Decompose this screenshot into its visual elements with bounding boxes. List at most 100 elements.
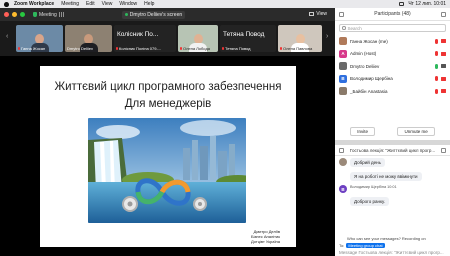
presentation-slide: Життєвий цикл програмного забезпечення Д… [40, 66, 296, 247]
avatar [339, 87, 347, 96]
avatar [339, 37, 347, 46]
close-window-button[interactable] [4, 12, 9, 17]
video-tile[interactable]: Колісник По... Колісник Поліна 079-... [114, 25, 176, 52]
menu-app-name[interactable]: Zoom Workplace [14, 1, 54, 7]
invite-button[interactable]: Invite [350, 127, 375, 136]
mic-muted-icon [435, 38, 438, 44]
video-tile[interactable]: Ганна Жосан [16, 25, 63, 52]
camera-off-icon [441, 76, 446, 81]
sharing-dot-icon [124, 13, 128, 16]
strip-scroll-right-icon[interactable]: › [326, 33, 328, 40]
menu-edit[interactable]: Edit [86, 1, 95, 7]
participant-row[interactable]: Dmytro Deliiev [335, 60, 450, 73]
slide-author-block: Дмитро Деліїв Бізнес Аналітик Дотцівт Ук… [251, 229, 280, 244]
apple-icon[interactable] [4, 1, 9, 7]
participant-row[interactable]: В Володимир Щербіна [335, 73, 450, 86]
recipient-chip[interactable]: Meeting group chat [346, 243, 385, 248]
tile-big-name: Колісник По... [117, 31, 159, 38]
chat-title: Гостьова лекція: "Життєвий цикл прогр... [349, 147, 436, 153]
mic-muted-icon [116, 47, 118, 50]
participant-row[interactable]: Ганна Жосан (me) [335, 35, 450, 48]
video-tile[interactable]: Олена Лобода [178, 25, 218, 52]
search-placeholder: Search [347, 25, 362, 31]
participants-panel: Participants (48) Search Ганна Жосан (me… [335, 8, 450, 140]
video-tile[interactable]: Олена Павлова [278, 25, 322, 52]
participant-name: Ганна Жосан (me) [350, 38, 388, 44]
menu-window[interactable]: Window [119, 1, 137, 7]
shield-icon [33, 12, 37, 17]
shared-screen: Життєвий цикл програмного забезпечення Д… [0, 56, 335, 256]
participants-actions: Invite Unmute me [339, 127, 446, 136]
mic-on-icon [435, 63, 438, 69]
meeting-tab-label: Meeting [39, 11, 57, 18]
zoom-window-button[interactable] [20, 12, 25, 17]
window-controls [4, 12, 25, 17]
slide-illustration [88, 118, 246, 223]
avatar [339, 158, 347, 166]
screen-share-indicator[interactable]: Dmytro Deliiev's screen [121, 10, 186, 19]
message-text[interactable]: Добрий день [350, 158, 385, 167]
meeting-tab[interactable]: Meeting [33, 12, 64, 18]
collapse-panel-icon[interactable] [339, 12, 344, 17]
menu-view[interactable]: View [102, 1, 113, 7]
message-meta: Володимир Щербіна 10:01 [350, 185, 397, 189]
recording-note[interactable]: Who can see your messages? Recording on [347, 236, 426, 241]
avatar [339, 172, 347, 180]
chat-message: Я на роботі не можу ввімкнути [339, 172, 422, 181]
mic-muted-icon [222, 47, 224, 50]
mic-muted-icon [18, 47, 20, 50]
chat-header: Гостьова лекція: "Життєвий цикл прогр... [335, 145, 450, 156]
unmute-me-button[interactable]: Unmute me [397, 127, 435, 136]
control-center-icon[interactable] [399, 2, 405, 6]
message-text[interactable]: Я на роботі не можу ввімкнути [350, 172, 422, 181]
mic-muted-icon [180, 47, 182, 50]
participant-name: Admin (Host) [350, 51, 377, 57]
video-tile[interactable]: Тетяна Повод Тетяна Повод [220, 25, 276, 52]
menu-help[interactable]: Help [144, 1, 154, 7]
chat-recipient-selector[interactable]: To: Meeting group chat [339, 243, 385, 248]
popout-icon[interactable] [441, 12, 446, 17]
chat-message: В Володимир Щербіна 10:01 Доброго ранку. [339, 185, 397, 208]
grid-view-icon [309, 12, 315, 16]
minimize-window-button[interactable] [12, 12, 17, 17]
slide-subtitle: Для менеджерів [124, 98, 212, 110]
search-icon [342, 26, 346, 30]
video-tile[interactable]: Dmytro Deliiev [65, 25, 112, 52]
collapse-chat-icon[interactable] [339, 148, 344, 153]
avatar: В [339, 185, 347, 193]
participant-name: _Байбін Anastasia [350, 88, 388, 94]
participant-row[interactable]: _Байбін Anastasia [335, 85, 450, 98]
view-button[interactable]: View [309, 11, 327, 17]
slide-title: Життєвий цикл програмного забезпечення [54, 81, 282, 93]
camera-off-icon [441, 51, 446, 56]
sdlc-illustration [88, 118, 246, 223]
tile-name: Олена Павлова [283, 46, 313, 51]
participants-header: Participants (48) [335, 8, 450, 21]
menu-meeting[interactable]: Meeting [61, 1, 79, 7]
participant-row[interactable]: A Admin (Host) [335, 48, 450, 61]
chat-popout-icon[interactable] [441, 148, 446, 153]
grid-icon [58, 12, 64, 17]
mic-muted-icon [435, 76, 438, 81]
message-text[interactable]: Доброго ранку. [350, 197, 390, 206]
participant-name: Dmytro Deliiev [350, 63, 380, 69]
tile-name: Тетяна Повод [225, 46, 251, 51]
participant-name: Володимир Щербіна [350, 76, 393, 82]
tile-name: Dmytro Deliiev [67, 46, 94, 51]
avatar [339, 62, 347, 71]
video-strip: ‹ Ганна Жосан Dmytro Deliiev Колісник По… [0, 21, 335, 56]
chat-message-input[interactable]: Message Гостьова лекція: "Життєвий цикл … [339, 250, 444, 255]
participant-search-input[interactable]: Search [339, 24, 446, 32]
view-label: View [316, 11, 327, 17]
tile-big-name: Тетяна Повод [223, 31, 265, 38]
author-company: Дотцівт Україна [251, 239, 280, 244]
camera-off-icon [441, 89, 446, 93]
menu-clock[interactable]: Чт 12 лип. 10:01 [408, 1, 446, 7]
strip-scroll-left-icon[interactable]: ‹ [6, 33, 8, 40]
mic-muted-icon [435, 51, 438, 56]
participants-title: Participants (48) [374, 11, 411, 17]
chat-panel: Гостьова лекція: "Життєвий цикл прогр...… [335, 145, 450, 256]
share-label: Dmytro Deliiev's screen [129, 11, 183, 18]
avatar: В [339, 74, 347, 83]
camera-off-icon [441, 39, 446, 43]
